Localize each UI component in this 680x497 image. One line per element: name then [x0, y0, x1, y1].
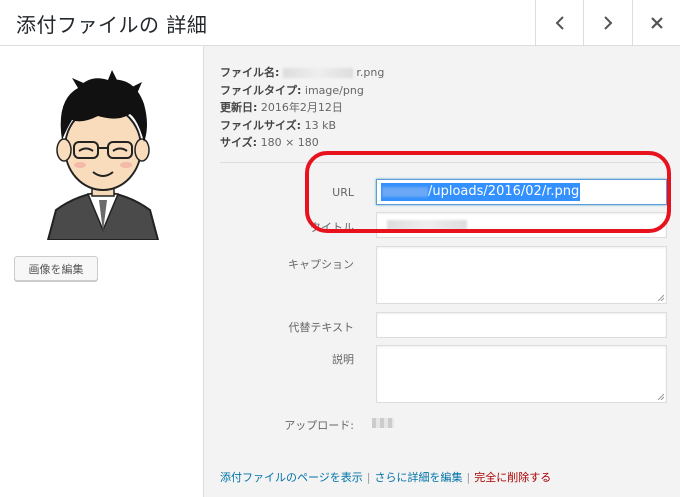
alt-text-label: 代替テキスト [288, 321, 354, 334]
view-attachment-page-link[interactable]: 添付ファイルのページを表示 [220, 471, 363, 484]
delete-permanently-link[interactable]: 完全に削除する [474, 471, 551, 484]
previous-button[interactable] [535, 0, 583, 45]
file-size-value: 13 kB [304, 118, 336, 132]
file-size-label: ファイルサイズ: [220, 118, 302, 132]
uploaded-by-value-blur [372, 418, 394, 428]
close-button[interactable] [632, 0, 680, 45]
resize-handle-icon[interactable] [657, 294, 664, 301]
file-name-blur [282, 68, 353, 78]
thumbnail-panel: 画像を編集 [0, 46, 203, 497]
uploaded-on-value: 2016年2月12日 [260, 101, 343, 114]
attachment-actions: 添付ファイルのページを表示 | さらに詳細を編集 | 完全に削除する [220, 469, 551, 485]
modal-header: 添付ファイルの 詳細 [0, 0, 680, 46]
url-text: /uploads/2016/02/r.png [428, 184, 580, 199]
title-field[interactable] [376, 212, 667, 238]
caption-field[interactable] [376, 246, 667, 304]
uploaded-by-label: アップロード: [284, 419, 354, 432]
alt-text-field[interactable] [376, 312, 667, 338]
separator: | [366, 471, 371, 484]
details-panel: ファイル名: r.png ファイルタイプ: image/png 更新日: 201… [203, 46, 680, 497]
caption-label: キャプション [288, 258, 354, 271]
file-type-row: ファイルタイプ: image/png [220, 82, 384, 100]
close-icon [650, 16, 663, 29]
avatar-thumbnail [46, 70, 160, 240]
dimensions-label: サイズ: [220, 136, 258, 149]
file-type-value: image/png [304, 83, 364, 97]
uploaded-on-label: 更新日: [220, 101, 258, 114]
file-name-value: r.png [356, 66, 385, 79]
url-blur [382, 186, 428, 197]
file-type-label: ファイルタイプ: [220, 83, 302, 97]
file-size-row: ファイルサイズ: 13 kB [220, 117, 384, 135]
uploaded-on-row: 更新日: 2016年2月12日 [220, 99, 384, 117]
dimensions-value: 180 × 180 [260, 136, 319, 149]
url-label: URL [332, 186, 354, 199]
file-details: ファイル名: r.png ファイルタイプ: image/png 更新日: 201… [220, 64, 384, 152]
next-button[interactable] [583, 0, 631, 45]
title-blur [387, 220, 467, 230]
title-label: タイトル [310, 221, 354, 234]
edit-image-button[interactable]: 画像を編集 [14, 256, 98, 281]
description-label: 説明 [332, 353, 354, 366]
file-name-label: ファイル名: [220, 66, 280, 79]
description-field[interactable] [376, 345, 667, 403]
edit-more-details-link[interactable]: さらに詳細を編集 [375, 471, 463, 484]
details-divider [220, 162, 665, 163]
dimensions-row: サイズ: 180 × 180 [220, 134, 384, 152]
url-field[interactable]: /uploads/2016/02/r.png [376, 179, 667, 205]
modal-title: 添付ファイルの 詳細 [16, 13, 208, 37]
separator: | [466, 471, 471, 484]
url-value: /uploads/2016/02/r.png [381, 183, 581, 201]
resize-handle-icon[interactable] [657, 393, 664, 400]
chevron-right-icon [603, 15, 612, 30]
chevron-left-icon [555, 15, 564, 30]
file-name-row: ファイル名: r.png [220, 64, 384, 82]
